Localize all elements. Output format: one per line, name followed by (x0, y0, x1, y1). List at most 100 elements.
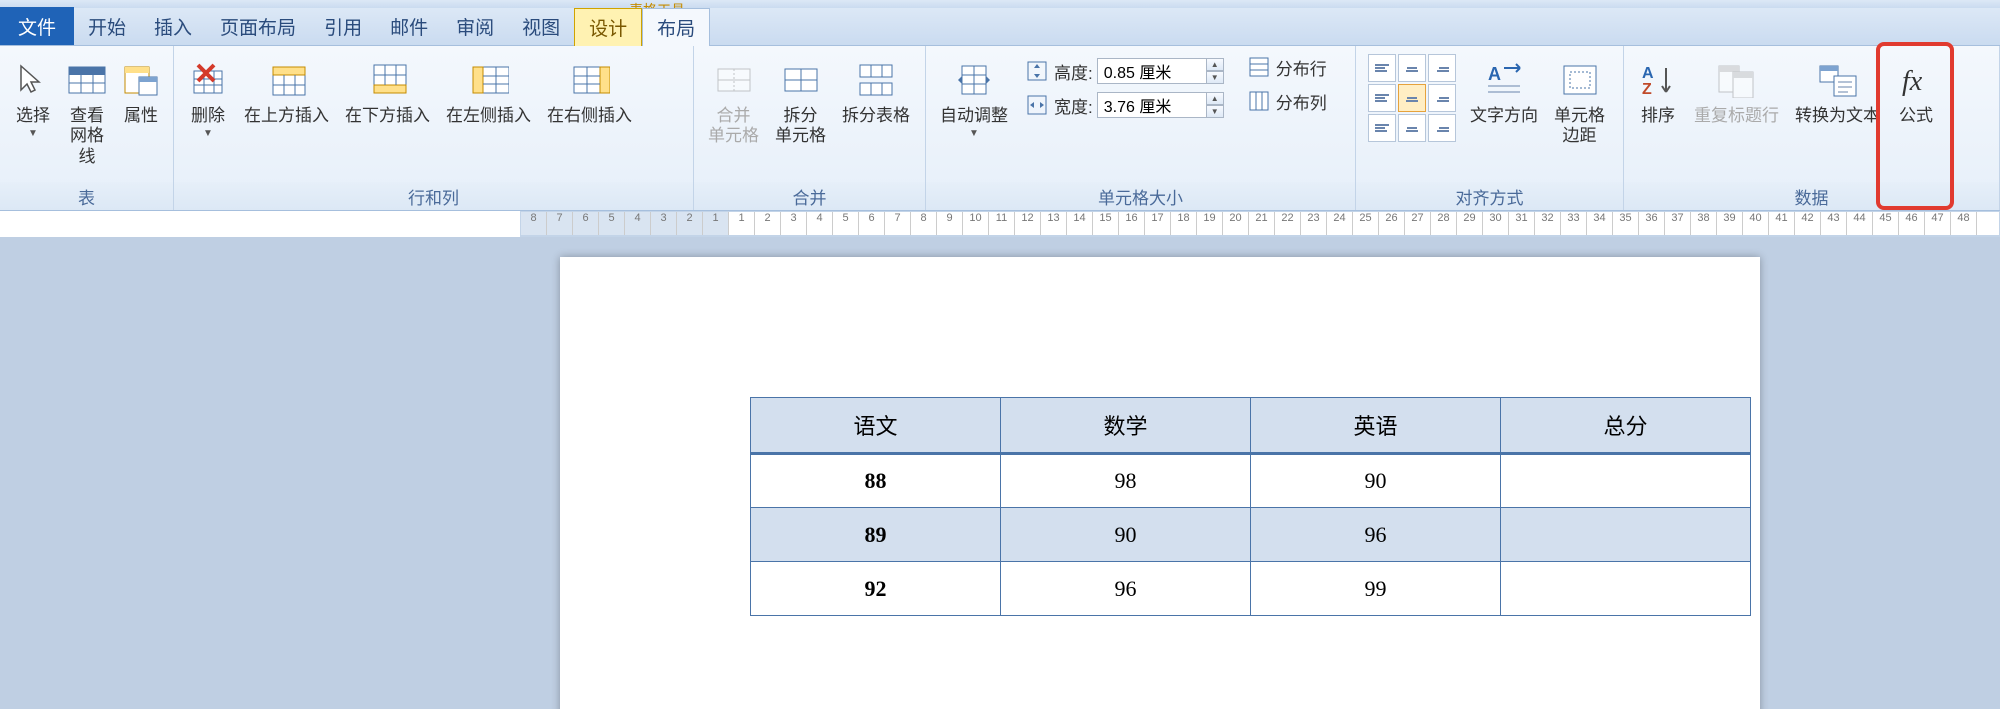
table-cell[interactable]: 90 (1251, 454, 1501, 508)
table-cell[interactable] (1501, 454, 1751, 508)
group-rows-cols: 删除 ▼ 在上方插入 在下方插入 在左侧插入 (174, 46, 694, 210)
row-height-icon (1026, 60, 1048, 82)
align-top-right[interactable] (1428, 54, 1456, 82)
delete-icon (188, 60, 228, 100)
align-bot-center[interactable] (1398, 114, 1426, 142)
tab-design[interactable]: 设计 (574, 8, 642, 46)
tab-review[interactable]: 审阅 (442, 7, 508, 45)
svg-text:Z: Z (1642, 81, 1652, 98)
width-input[interactable] (1097, 92, 1207, 118)
group-label-data: 数据 (1624, 182, 1999, 210)
distribute-rows-button[interactable]: 分布行 (1248, 50, 1327, 84)
tab-layout[interactable]: 布局 (642, 8, 710, 46)
table-cell[interactable]: 96 (1251, 508, 1501, 562)
formula-button[interactable]: fx 公式 (1888, 50, 1944, 130)
select-button[interactable]: 选择 ▼ (6, 50, 60, 143)
group-data: AZ 排序 重复标题行 转换为文本 fx 公式 (1624, 46, 2000, 210)
insert-right-button[interactable]: 在右侧插入 (539, 50, 640, 130)
alignment-grid (1362, 50, 1462, 142)
group-merge: 合并单元格 拆分单元格 拆分表格 合并 (694, 46, 926, 210)
height-spinner[interactable]: ▲▼ (1206, 58, 1224, 84)
properties-button[interactable]: 属性 (114, 50, 168, 130)
distribute-cols-icon (1248, 90, 1270, 112)
convert-to-text-button[interactable]: 转换为文本 (1787, 50, 1888, 130)
align-mid-left[interactable] (1368, 84, 1396, 112)
document-table[interactable]: 语文 数学 英语 总分 88 98 90 89 90 96 92 96 99 (750, 397, 1751, 616)
group-label-merge: 合并 (694, 182, 925, 210)
svg-text:A: A (1642, 65, 1654, 82)
text-direction-button[interactable]: A 文字方向 (1462, 50, 1546, 130)
insert-above-icon (267, 60, 307, 100)
group-label-alignment: 对齐方式 (1356, 182, 1623, 210)
tab-file[interactable]: 文件 (0, 7, 74, 45)
merge-cells-button: 合并单元格 (700, 50, 767, 151)
align-top-left[interactable] (1368, 54, 1396, 82)
distribute-rows-icon (1248, 56, 1270, 78)
group-table: 选择 ▼ 查看网格线 属性 表 (0, 46, 174, 210)
group-label-rows-cols: 行和列 (174, 182, 693, 210)
table-cell[interactable]: 99 (1251, 562, 1501, 616)
insert-above-button[interactable]: 在上方插入 (236, 50, 337, 130)
insert-below-button[interactable]: 在下方插入 (337, 50, 438, 130)
insert-left-icon (469, 60, 509, 100)
insert-below-icon (368, 60, 408, 100)
ribbon-tabstrip: 表格工具 文件 开始 插入 页面布局 引用 邮件 审阅 视图 设计 布局 (0, 8, 2000, 46)
autofit-button[interactable]: 自动调整 ▼ (932, 50, 1016, 143)
table-header[interactable]: 总分 (1501, 398, 1751, 454)
chevron-down-icon: ▼ (969, 128, 979, 139)
table-cell[interactable] (1501, 562, 1751, 616)
align-mid-center[interactable] (1398, 84, 1426, 112)
group-cell-size: 自动调整 ▼ 高度: ▲▼ 宽度: ▲ (926, 46, 1356, 210)
table-cell[interactable]: 98 (1001, 454, 1251, 508)
autofit-icon (954, 60, 994, 100)
split-cells-button[interactable]: 拆分单元格 (767, 50, 834, 151)
split-table-icon (856, 60, 896, 100)
svg-text:A: A (1488, 64, 1501, 84)
document-area[interactable]: 语文 数学 英语 总分 88 98 90 89 90 96 92 96 99 (0, 237, 2000, 709)
table-cell[interactable]: 89 (751, 508, 1001, 562)
horizontal-ruler[interactable]: 8765432112345678910111213141516171819202… (520, 211, 2000, 237)
properties-icon (121, 60, 161, 100)
insert-left-button[interactable]: 在左侧插入 (438, 50, 539, 130)
convert-to-text-icon (1818, 60, 1858, 100)
insert-right-icon (570, 60, 610, 100)
tab-insert[interactable]: 插入 (140, 7, 206, 45)
align-top-center[interactable] (1398, 54, 1426, 82)
table-cell[interactable]: 96 (1001, 562, 1251, 616)
tab-view[interactable]: 视图 (508, 7, 574, 45)
chevron-down-icon: ▼ (28, 128, 38, 139)
split-cells-icon (781, 60, 821, 100)
merge-cells-icon (714, 60, 754, 100)
tab-mailings[interactable]: 邮件 (376, 7, 442, 45)
ribbon: 选择 ▼ 查看网格线 属性 表 (0, 46, 2000, 211)
tab-home[interactable]: 开始 (74, 7, 140, 45)
height-label: 高度: (1054, 59, 1093, 84)
align-bot-right[interactable] (1428, 114, 1456, 142)
split-table-button[interactable]: 拆分表格 (834, 50, 918, 130)
align-mid-right[interactable] (1428, 84, 1456, 112)
table-header[interactable]: 英语 (1251, 398, 1501, 454)
delete-button[interactable]: 删除 ▼ (180, 50, 236, 143)
table-cell[interactable] (1501, 508, 1751, 562)
tab-references[interactable]: 引用 (310, 7, 376, 45)
text-direction-icon: A (1484, 60, 1524, 100)
repeat-header-button: 重复标题行 (1686, 50, 1787, 130)
distribute-cols-button[interactable]: 分布列 (1248, 84, 1327, 118)
sort-button[interactable]: AZ 排序 (1630, 50, 1686, 130)
table-header[interactable]: 数学 (1001, 398, 1251, 454)
width-spinner[interactable]: ▲▼ (1206, 92, 1224, 118)
height-input[interactable] (1097, 58, 1207, 84)
group-label-table: 表 (0, 182, 173, 210)
table-cell[interactable]: 92 (751, 562, 1001, 616)
group-label-cell-size: 单元格大小 (926, 182, 1355, 210)
svg-text:fx: fx (1902, 66, 1923, 97)
table-cell[interactable]: 88 (751, 454, 1001, 508)
cell-margins-button[interactable]: 单元格边距 (1546, 50, 1613, 151)
chevron-down-icon: ▼ (203, 128, 213, 139)
align-bot-left[interactable] (1368, 114, 1396, 142)
table-cell[interactable]: 90 (1001, 508, 1251, 562)
table-header[interactable]: 语文 (751, 398, 1001, 454)
col-width-icon (1026, 94, 1048, 116)
view-gridlines-button[interactable]: 查看网格线 (60, 50, 114, 171)
tab-page-layout[interactable]: 页面布局 (206, 7, 310, 45)
